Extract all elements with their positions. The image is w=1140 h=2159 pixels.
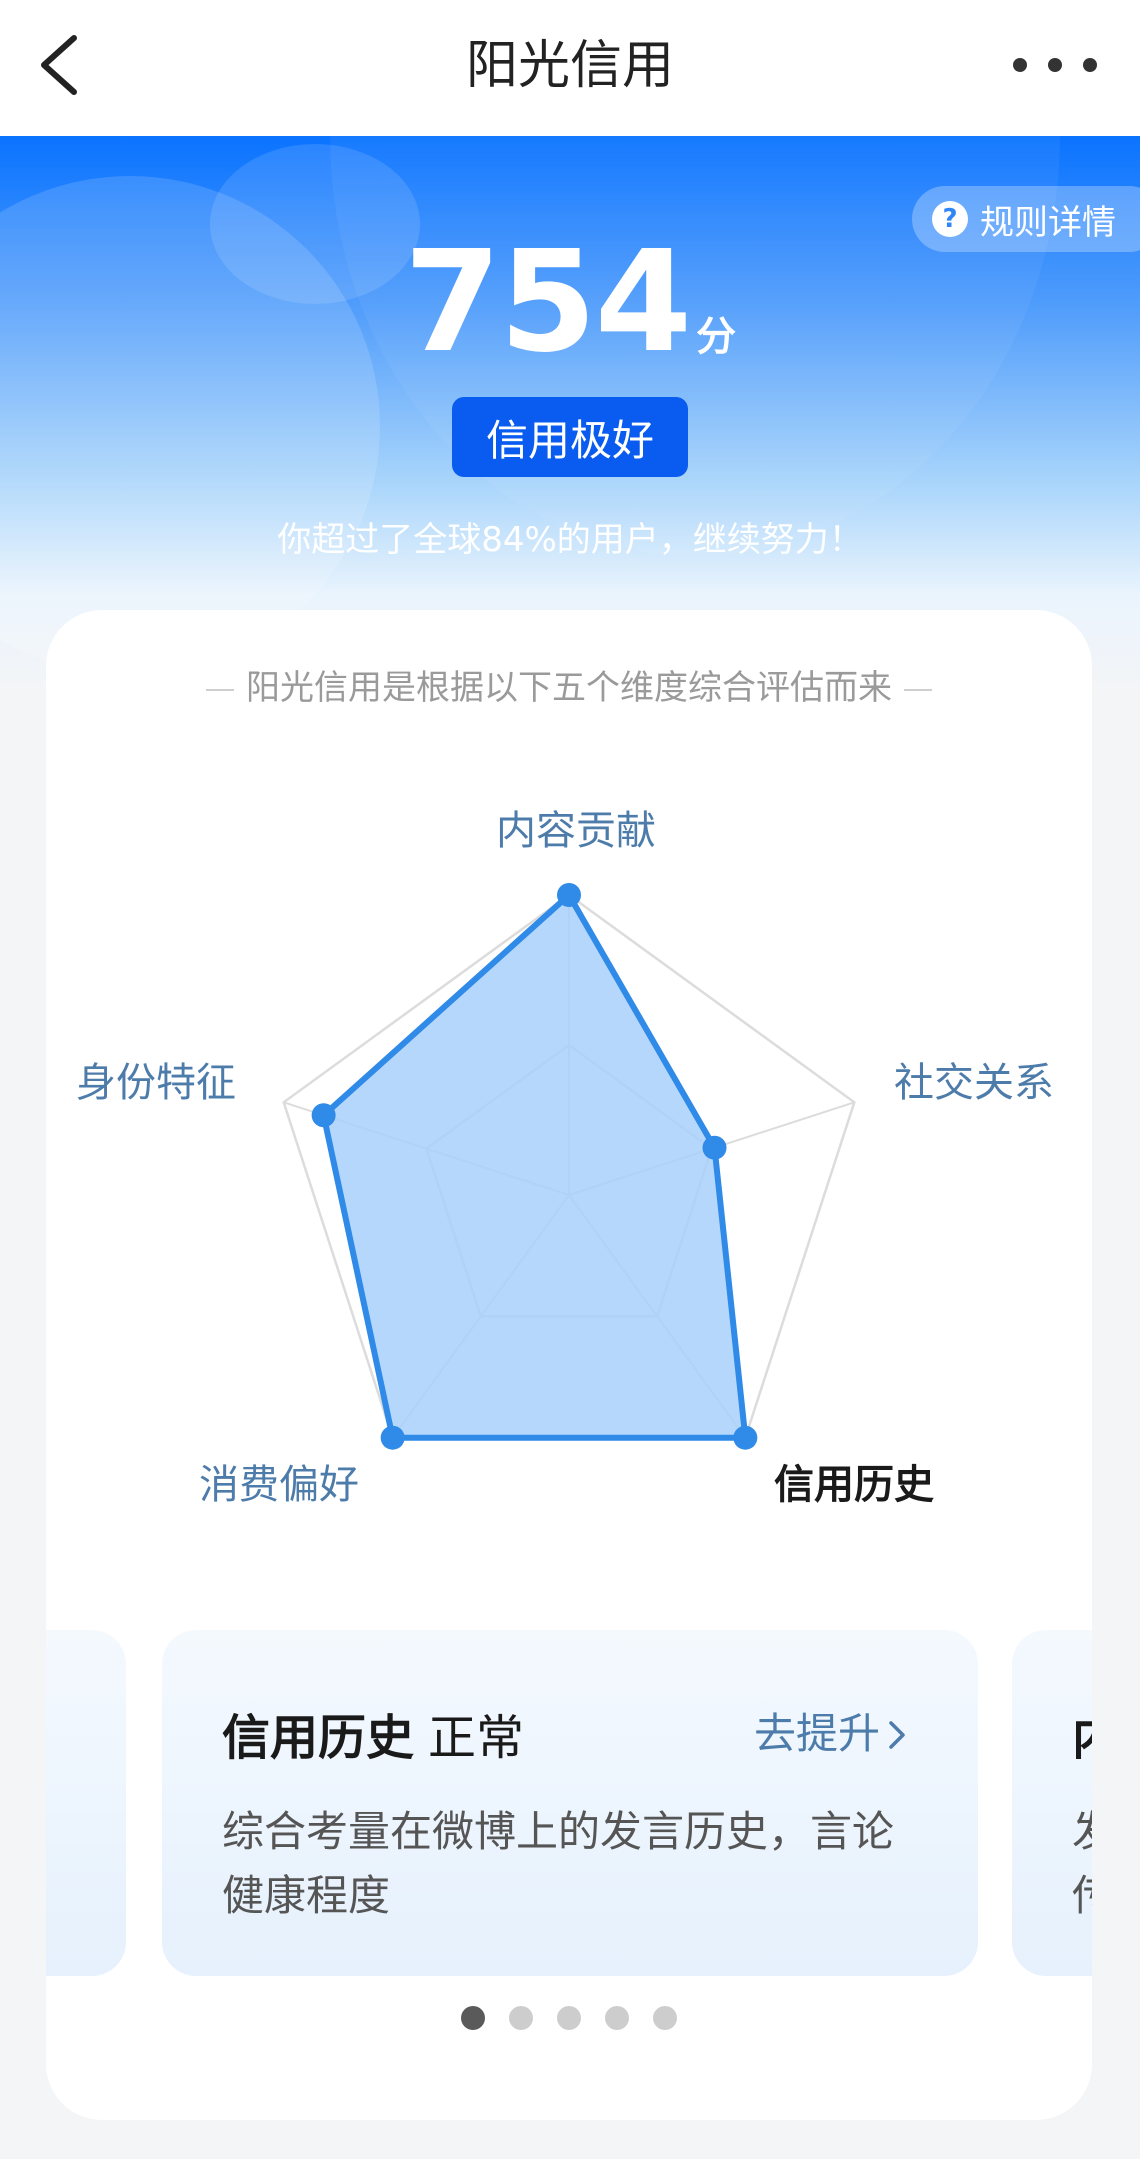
improve-link[interactable]: 去提升 [754,1700,908,1761]
dimension-title: 信用历史 正常 [222,1698,524,1768]
axis-label-consumption-preference[interactable]: 消费偏好 [199,1452,359,1510]
improve-label: 去提升 [753,1709,880,1758]
dimension-status: 正常 [428,1710,525,1766]
radar-point-4 [311,1103,336,1128]
radar-point-3 [380,1425,405,1450]
axis-label-social-relations[interactable]: 社交关系 [894,1050,1054,1108]
score-value: 754 [403,221,692,384]
nav-bar: 阳光信用 [0,0,1140,136]
rank-text: 你超过了全球84%的用户，继续努力！ [277,520,863,560]
radar-point-0 [557,883,581,907]
page-title: 阳光信用 [465,36,674,96]
axis-label-content-contribution[interactable]: 内容贡献 [496,798,656,856]
dimension-card-next[interactable]: 内 发 传 [1012,1630,1092,1976]
pagination-dot[interactable] [557,2006,581,2030]
more-horizontal-icon[interactable] [1010,40,1100,90]
credit-score: 754 分 [0,228,1140,378]
pagination-dot[interactable] [605,2006,629,2030]
dimension-name: 信用历史 [222,1710,415,1766]
score-unit: 分 [696,314,737,360]
chevron-right-icon [889,1721,905,1749]
pagination-dot[interactable] [461,2006,485,2030]
radar-point-2 [733,1425,758,1450]
pagination-dot[interactable] [509,2006,533,2030]
pagination-dot[interactable] [653,2006,677,2030]
dimension-card-prev[interactable] [46,1630,126,1976]
peek-description: 发 传 [1072,1800,1092,1928]
credit-dimensions-card: 阳光信用是根据以下五个维度综合评估而来 内容贡献 社交关系 信用历史 消费偏好 … [46,610,1092,2120]
axis-label-credit-history[interactable]: 信用历史 [774,1452,934,1510]
dimension-card-active[interactable]: 信用历史 正常 去提升 综合考量在微博上的发言历史，言论健康程度 [162,1630,978,1976]
radar-point-1 [702,1135,727,1160]
credit-level-badge: 信用极好 [452,397,688,477]
axis-label-identity-traits[interactable]: 身份特征 [76,1050,236,1108]
peek-title: 内 [1072,1698,1092,1768]
dimension-description: 综合考量在微博上的发言历史，言论健康程度 [222,1807,895,1920]
pagination-dots [46,2006,1092,2030]
